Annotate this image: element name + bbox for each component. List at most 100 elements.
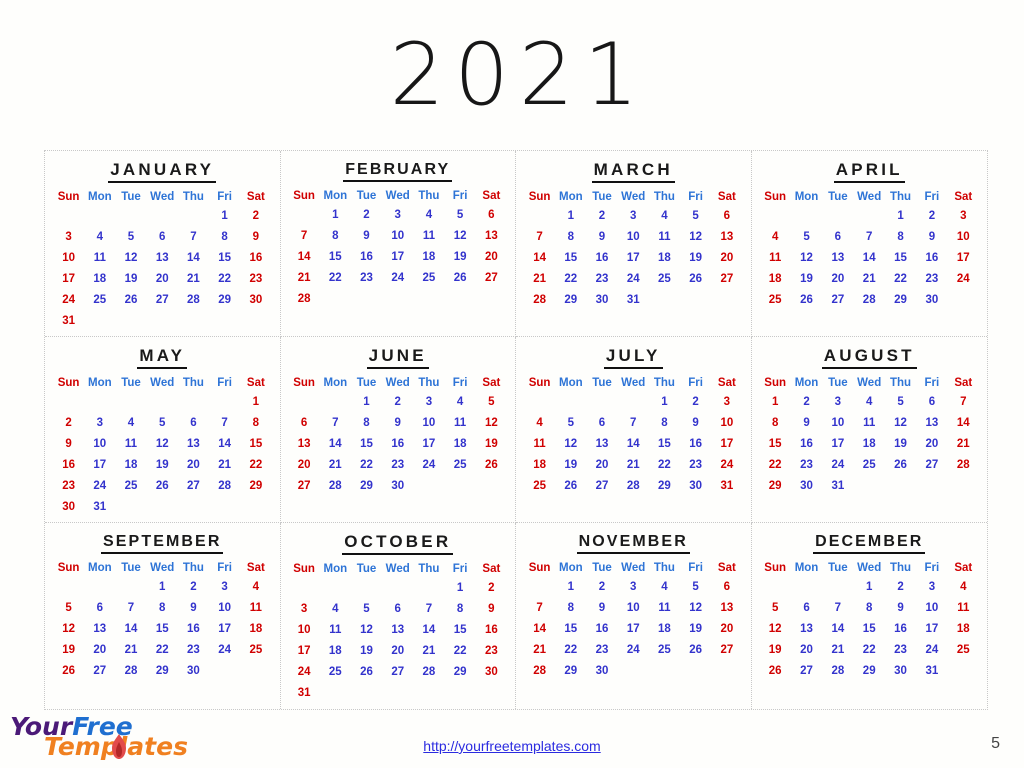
day-cell[interactable]: 1 xyxy=(445,578,476,599)
day-cell[interactable]: 9 xyxy=(240,227,271,248)
day-cell[interactable]: 28 xyxy=(413,662,444,683)
day-cell[interactable]: 28 xyxy=(524,290,555,311)
day-cell[interactable]: 18 xyxy=(445,434,476,455)
day-cell[interactable]: 20 xyxy=(916,434,947,455)
day-cell[interactable]: 14 xyxy=(524,619,555,640)
day-cell[interactable]: 21 xyxy=(413,641,444,662)
day-cell[interactable]: 4 xyxy=(854,392,885,413)
day-cell[interactable]: 22 xyxy=(649,455,680,476)
day-cell[interactable]: 15 xyxy=(555,248,586,269)
day-cell[interactable]: 28 xyxy=(289,289,320,310)
day-cell[interactable]: 20 xyxy=(382,641,413,662)
day-cell[interactable]: 19 xyxy=(147,455,178,476)
day-cell[interactable]: 1 xyxy=(147,577,178,598)
day-cell[interactable]: 2 xyxy=(351,205,382,226)
day-cell[interactable]: 4 xyxy=(649,206,680,227)
day-cell[interactable]: 17 xyxy=(53,269,84,290)
day-cell[interactable]: 17 xyxy=(916,619,947,640)
day-cell[interactable]: 29 xyxy=(209,290,240,311)
day-cell[interactable]: 2 xyxy=(476,578,507,599)
day-cell[interactable]: 18 xyxy=(240,619,271,640)
day-cell[interactable]: 8 xyxy=(760,413,791,434)
day-cell[interactable]: 23 xyxy=(586,640,617,661)
day-cell[interactable]: 16 xyxy=(586,248,617,269)
day-cell[interactable]: 11 xyxy=(84,248,115,269)
day-cell[interactable]: 31 xyxy=(53,311,84,332)
day-cell[interactable]: 9 xyxy=(791,413,822,434)
day-cell[interactable]: 29 xyxy=(147,661,178,682)
day-cell[interactable]: 7 xyxy=(413,599,444,620)
day-cell[interactable]: 18 xyxy=(84,269,115,290)
day-cell[interactable]: 8 xyxy=(555,598,586,619)
day-cell[interactable]: 10 xyxy=(916,598,947,619)
day-cell[interactable]: 6 xyxy=(791,598,822,619)
day-cell[interactable]: 4 xyxy=(115,413,146,434)
day-cell[interactable]: 29 xyxy=(760,476,791,497)
day-cell[interactable]: 25 xyxy=(524,476,555,497)
day-cell[interactable]: 2 xyxy=(586,206,617,227)
day-cell[interactable]: 9 xyxy=(586,598,617,619)
day-cell[interactable]: 27 xyxy=(84,661,115,682)
day-cell[interactable]: 1 xyxy=(854,577,885,598)
day-cell[interactable]: 16 xyxy=(476,620,507,641)
day-cell[interactable]: 6 xyxy=(147,227,178,248)
day-cell[interactable]: 20 xyxy=(178,455,209,476)
day-cell[interactable]: 11 xyxy=(320,620,351,641)
day-cell[interactable]: 7 xyxy=(854,227,885,248)
day-cell[interactable]: 21 xyxy=(320,455,351,476)
day-cell[interactable]: 24 xyxy=(618,640,649,661)
day-cell[interactable]: 1 xyxy=(649,392,680,413)
day-cell[interactable]: 30 xyxy=(586,290,617,311)
day-cell[interactable]: 20 xyxy=(711,248,742,269)
day-cell[interactable]: 19 xyxy=(760,640,791,661)
day-cell[interactable]: 24 xyxy=(822,455,853,476)
day-cell[interactable]: 20 xyxy=(476,247,507,268)
day-cell[interactable]: 13 xyxy=(289,434,320,455)
day-cell[interactable]: 12 xyxy=(760,619,791,640)
day-cell[interactable]: 29 xyxy=(854,661,885,682)
day-cell[interactable]: 12 xyxy=(680,598,711,619)
day-cell[interactable]: 21 xyxy=(822,640,853,661)
day-cell[interactable]: 11 xyxy=(115,434,146,455)
day-cell[interactable]: 16 xyxy=(178,619,209,640)
day-cell[interactable]: 23 xyxy=(680,455,711,476)
day-cell[interactable]: 23 xyxy=(53,476,84,497)
day-cell[interactable]: 23 xyxy=(586,269,617,290)
day-cell[interactable]: 28 xyxy=(948,455,979,476)
day-cell[interactable]: 26 xyxy=(760,661,791,682)
day-cell[interactable]: 26 xyxy=(680,640,711,661)
day-cell[interactable]: 20 xyxy=(711,619,742,640)
day-cell[interactable]: 29 xyxy=(649,476,680,497)
day-cell[interactable]: 14 xyxy=(948,413,979,434)
day-cell[interactable]: 4 xyxy=(320,599,351,620)
day-cell[interactable]: 1 xyxy=(760,392,791,413)
day-cell[interactable]: 11 xyxy=(445,413,476,434)
day-cell[interactable]: 13 xyxy=(711,227,742,248)
day-cell[interactable]: 24 xyxy=(948,269,979,290)
day-cell[interactable]: 6 xyxy=(822,227,853,248)
day-cell[interactable]: 3 xyxy=(822,392,853,413)
day-cell[interactable]: 3 xyxy=(209,577,240,598)
day-cell[interactable]: 9 xyxy=(586,227,617,248)
day-cell[interactable]: 14 xyxy=(618,434,649,455)
day-cell[interactable]: 26 xyxy=(885,455,916,476)
day-cell[interactable]: 9 xyxy=(885,598,916,619)
day-cell[interactable]: 30 xyxy=(885,661,916,682)
day-cell[interactable]: 1 xyxy=(209,206,240,227)
day-cell[interactable]: 26 xyxy=(53,661,84,682)
day-cell[interactable]: 7 xyxy=(524,598,555,619)
day-cell[interactable]: 27 xyxy=(711,269,742,290)
day-cell[interactable]: 18 xyxy=(854,434,885,455)
day-cell[interactable]: 19 xyxy=(445,247,476,268)
day-cell[interactable]: 24 xyxy=(53,290,84,311)
day-cell[interactable]: 22 xyxy=(351,455,382,476)
day-cell[interactable]: 30 xyxy=(178,661,209,682)
day-cell[interactable]: 13 xyxy=(822,248,853,269)
day-cell[interactable]: 17 xyxy=(618,619,649,640)
day-cell[interactable]: 10 xyxy=(948,227,979,248)
day-cell[interactable]: 17 xyxy=(382,247,413,268)
day-cell[interactable]: 28 xyxy=(178,290,209,311)
day-cell[interactable]: 19 xyxy=(791,269,822,290)
day-cell[interactable]: 7 xyxy=(320,413,351,434)
day-cell[interactable]: 23 xyxy=(240,269,271,290)
